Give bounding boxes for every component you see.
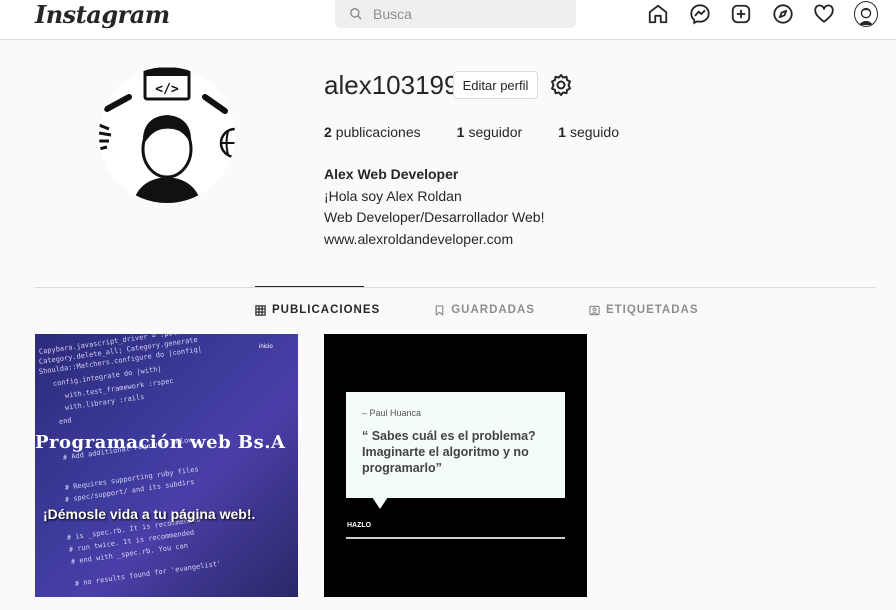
top-nav: Instagram	[0, 0, 896, 40]
grid-icon	[255, 304, 266, 316]
explore-icon[interactable]	[771, 2, 795, 26]
edit-profile-button[interactable]: Editar perfil	[453, 71, 538, 99]
post-thumbnail[interactable]: – Paul Huanca “ Sabes cuál es el problem…	[324, 334, 587, 597]
profile-bio: Alex Web Developer ¡Hola soy Alex Roldan…	[324, 164, 544, 250]
active-tab-indicator	[255, 286, 364, 287]
quote-tail	[372, 497, 388, 509]
bio-line: ¡Hola soy Alex Roldan	[324, 187, 462, 204]
quote-text: “ Sabes cuál es el problema? Imaginarte …	[362, 429, 536, 475]
profile-picture[interactable]: </>	[99, 67, 235, 203]
bio-line: Web Developer/Desarrollador Web!	[324, 209, 545, 225]
bio-name: Alex Web Developer	[324, 166, 459, 182]
search-icon	[350, 8, 362, 20]
post-footer-label: HAZLO	[347, 522, 372, 529]
svg-text:</>: </>	[155, 82, 179, 97]
stat-followers[interactable]: 1 seguidor	[457, 124, 523, 140]
bio-website-link[interactable]: www.alexroldandeveloper.com	[324, 231, 513, 247]
bookmark-icon	[435, 304, 444, 316]
tab-publicaciones[interactable]: PUBLICACIONES	[255, 304, 380, 316]
instagram-logo[interactable]: Instagram	[35, 0, 170, 29]
tagged-icon	[589, 305, 600, 315]
tab-guardadas[interactable]: GUARDADAS	[434, 304, 535, 316]
post-thumbnail[interactable]: Capybara.javascript_driver = :poltergeis…	[35, 334, 298, 597]
profile-tabs: PUBLICACIONES GUARDADAS ETIQUETADAS	[255, 304, 753, 316]
post-footer-line	[346, 537, 565, 539]
nav-icons	[646, 1, 895, 27]
tab-etiquetadas[interactable]: ETIQUETADAS	[589, 304, 699, 316]
profile-avatar-icon[interactable]	[853, 1, 878, 27]
search-input[interactable]	[373, 6, 553, 22]
tabs-divider	[35, 287, 876, 288]
profile-stats: 2 publicaciones 1 seguidor 1 seguido	[324, 124, 655, 140]
post-subtitle: ¡Démosle vida a tu página web!.	[43, 506, 256, 522]
home-icon[interactable]	[646, 2, 670, 26]
quote-box: – Paul Huanca “ Sabes cuál es el problem…	[346, 392, 565, 498]
settings-icon[interactable]	[549, 73, 573, 97]
stat-posts: 2 publicaciones	[324, 124, 421, 140]
username: alex103199	[324, 70, 459, 100]
post-title: Programación web Bs.A	[35, 432, 286, 453]
search-bar[interactable]	[335, 0, 576, 28]
messenger-icon[interactable]	[688, 2, 712, 26]
quote-author: – Paul Huanca	[362, 408, 422, 418]
heart-icon[interactable]	[812, 2, 836, 26]
stat-following[interactable]: 1 seguido	[558, 124, 619, 140]
new-post-icon[interactable]	[729, 2, 753, 26]
post-tag: inicio	[259, 344, 273, 350]
